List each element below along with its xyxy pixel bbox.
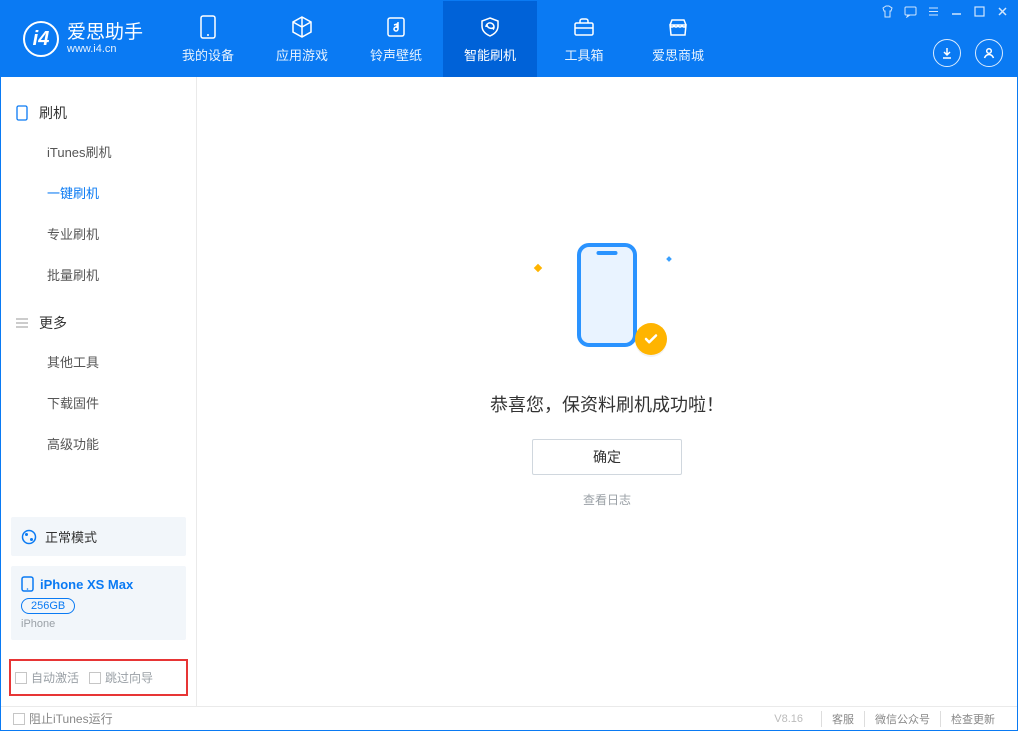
nav-my-device[interactable]: 我的设备 bbox=[161, 1, 255, 77]
nav-label: 工具箱 bbox=[565, 45, 604, 64]
nav-toolbox[interactable]: 工具箱 bbox=[537, 1, 631, 77]
sidebar-item-oneclick-flash[interactable]: 一键刷机 bbox=[1, 172, 196, 213]
footer-link-support[interactable]: 客服 bbox=[821, 711, 864, 727]
sidebar-item-batch-flash[interactable]: 批量刷机 bbox=[1, 254, 196, 295]
mode-card[interactable]: 正常模式 bbox=[11, 517, 186, 556]
device-type: iPhone bbox=[21, 618, 176, 630]
view-log-link[interactable]: 查看日志 bbox=[583, 491, 631, 508]
skin-icon[interactable] bbox=[881, 5, 894, 21]
nav-label: 爱思商城 bbox=[652, 45, 704, 64]
device-icon bbox=[196, 15, 220, 39]
section-title: 更多 bbox=[39, 313, 67, 333]
device-card[interactable]: iPhone XS Max 256GB iPhone bbox=[11, 566, 186, 640]
nav-ringtone-wallpaper[interactable]: 铃声壁纸 bbox=[349, 1, 443, 77]
store-icon bbox=[666, 15, 690, 39]
logo-icon: i4 bbox=[23, 21, 59, 57]
phone-illustration-icon bbox=[577, 243, 637, 347]
app-title: 爱思助手 bbox=[67, 23, 143, 44]
section-more[interactable]: 更多 bbox=[1, 305, 196, 341]
mode-icon bbox=[21, 529, 37, 545]
maximize-icon[interactable] bbox=[973, 5, 986, 21]
chk-label: 跳过向导 bbox=[105, 669, 153, 686]
footer-link-wechat[interactable]: 微信公众号 bbox=[864, 711, 940, 727]
app-url: www.i4.cn bbox=[67, 43, 143, 55]
nav-label: 智能刷机 bbox=[464, 45, 516, 64]
download-icon[interactable] bbox=[933, 39, 961, 67]
sidebar-item-itunes-flash[interactable]: iTunes刷机 bbox=[1, 131, 196, 172]
footer-link-update[interactable]: 检查更新 bbox=[940, 711, 1005, 727]
ok-button[interactable]: 确定 bbox=[532, 439, 682, 475]
version-label: V8.16 bbox=[774, 713, 803, 725]
nav-smart-flash[interactable]: 智能刷机 bbox=[443, 1, 537, 77]
success-message: 恭喜您，保资料刷机成功啦！ bbox=[490, 391, 724, 417]
mode-label: 正常模式 bbox=[45, 527, 97, 546]
chk-label: 阻止iTunes运行 bbox=[29, 710, 113, 727]
close-icon[interactable] bbox=[996, 5, 1009, 21]
app-header: i4 爱思助手 www.i4.cn 我的设备 应用游戏 铃声壁纸 智能刷机 工具… bbox=[1, 1, 1017, 77]
nav-label: 铃声壁纸 bbox=[370, 45, 422, 64]
checkbox-auto-activate[interactable]: 自动激活 bbox=[15, 669, 79, 686]
storage-badge: 256GB bbox=[21, 598, 75, 614]
nav-store[interactable]: 爱思商城 bbox=[631, 1, 725, 77]
cube-icon bbox=[290, 15, 314, 39]
header-action-icons bbox=[933, 39, 1003, 67]
window-controls bbox=[881, 5, 1009, 21]
minimize-icon[interactable] bbox=[950, 5, 963, 21]
refresh-shield-icon bbox=[478, 15, 502, 39]
music-note-icon bbox=[384, 15, 408, 39]
check-badge-icon bbox=[635, 323, 667, 355]
feedback-icon[interactable] bbox=[904, 5, 917, 21]
phone-small-icon bbox=[15, 105, 29, 121]
list-icon bbox=[15, 315, 29, 331]
sidebar-item-download-firmware[interactable]: 下载固件 bbox=[1, 382, 196, 423]
chk-label: 自动激活 bbox=[31, 669, 79, 686]
checkbox-block-itunes[interactable]: 阻止iTunes运行 bbox=[13, 710, 113, 727]
menu-icon[interactable] bbox=[927, 5, 940, 21]
checkbox-skip-guide[interactable]: 跳过向导 bbox=[89, 669, 153, 686]
nav-label: 应用游戏 bbox=[276, 45, 328, 64]
logo-area: i4 爱思助手 www.i4.cn bbox=[1, 21, 161, 57]
section-flash[interactable]: 刷机 bbox=[1, 95, 196, 131]
highlighted-checkbox-row: 自动激活 跳过向导 bbox=[9, 659, 188, 696]
sidebar: 刷机 iTunes刷机 一键刷机 专业刷机 批量刷机 更多 其他工具 下载固件 … bbox=[1, 77, 197, 706]
device-name: iPhone XS Max bbox=[40, 577, 133, 592]
section-title: 刷机 bbox=[39, 103, 67, 123]
status-bar: 阻止iTunes运行 V8.16 客服 微信公众号 检查更新 bbox=[1, 706, 1017, 730]
main-nav: 我的设备 应用游戏 铃声壁纸 智能刷机 工具箱 爱思商城 bbox=[161, 1, 725, 77]
success-illustration bbox=[547, 235, 667, 365]
sidebar-item-pro-flash[interactable]: 专业刷机 bbox=[1, 213, 196, 254]
user-icon[interactable] bbox=[975, 39, 1003, 67]
nav-apps-games[interactable]: 应用游戏 bbox=[255, 1, 349, 77]
device-small-icon bbox=[21, 576, 34, 592]
sidebar-item-advanced[interactable]: 高级功能 bbox=[1, 423, 196, 464]
main-content: 恭喜您，保资料刷机成功啦！ 确定 查看日志 bbox=[197, 77, 1017, 706]
nav-label: 我的设备 bbox=[182, 45, 234, 64]
toolbox-icon bbox=[572, 15, 596, 39]
sidebar-item-other-tools[interactable]: 其他工具 bbox=[1, 341, 196, 382]
